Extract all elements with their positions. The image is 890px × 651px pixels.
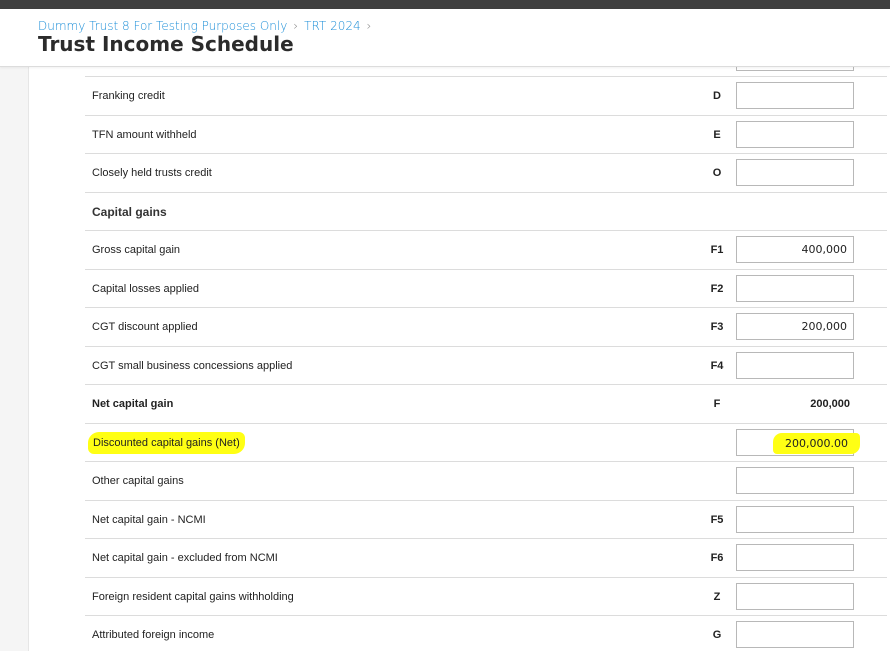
label-code: F5 [710,513,724,526]
capital-losses-applied-input[interactable] [736,274,854,302]
table-row-franking-credit: Franking credit D [85,77,887,116]
tfn-amount-withheld-input[interactable] [736,120,854,148]
closely-held-trusts-credit-input[interactable] [736,159,854,186]
foreign-resident-withholding-input[interactable] [736,582,854,610]
breadcrumb-link-trust[interactable]: Dummy Trust 8 For Testing Purposes Only [38,19,287,33]
highlighted-row-label: Discounted capital gains (Net) [88,431,245,454]
label-code: Z [713,590,721,603]
cgt-discount-applied-input[interactable]: 200,000 [736,313,854,340]
table-row [85,66,887,77]
cgt-small-business-concessions-input[interactable] [736,351,854,379]
net-capital-gain-ncmi-input[interactable] [736,505,854,533]
row-label: CGT discount applied [92,321,198,333]
net-capital-gain-excluded-ncmi-input[interactable] [736,544,854,571]
label-code: F3 [710,321,724,333]
franking-credit-input[interactable] [736,82,854,109]
section-heading-capital-gains: Capital gains [85,193,887,231]
label-code: O [712,167,722,179]
table-row-gross-capital-gain: Gross capital gain F1 400,000 [85,231,887,270]
label-code: F6 [710,552,724,564]
net-capital-gain-value: 200,000 [810,398,850,410]
label-code: F1 [710,244,724,256]
table-row-discounted-capital-gains: Discounted capital gains (Net) 200,000.0… [85,424,887,462]
label-code: F2 [710,282,724,295]
table-row-net-capital-gain: Net capital gain F 200,000 [85,385,887,424]
section-title: Capital gains [92,204,167,219]
table-row-capital-losses-applied: Capital losses applied F2 [85,270,887,308]
row-label: Closely held trusts credit [92,167,212,179]
label-code: G [712,629,722,641]
highlighted-amount-value: 200,000.00 [773,432,860,454]
table-row-tfn-withheld: TFN amount withheld E [85,116,887,154]
row-label: Attributed foreign income [92,629,215,641]
row-label: TFN amount withheld [92,128,197,141]
page-title: Trust Income Schedule [38,32,294,56]
row-label: Net capital gain - NCMI [92,513,206,526]
table-row-foreign-resident-withholding: Foreign resident capital gains withholdi… [85,578,887,616]
table-row-cgt-small-business: CGT small business concessions applied F… [85,347,887,385]
table-row-net-capital-gain-excluded-ncmi: Net capital gain - excluded from NCMI F6 [85,539,887,578]
page-header: Dummy Trust 8 For Testing Purposes Only ›… [0,9,890,67]
other-capital-gains-input[interactable] [736,467,854,494]
breadcrumb-separator: › [366,19,372,33]
left-gutter [0,66,29,651]
table-row-attributed-foreign-income: Attributed foreign income G [85,616,887,651]
row-label: Other capital gains [92,475,184,487]
attributed-foreign-income-input[interactable] [736,621,854,648]
table-row-closely-held-credit: Closely held trusts credit O [85,154,887,193]
app-top-bar [0,0,890,9]
label-code: D [713,90,721,102]
row-label: Capital losses applied [92,282,200,295]
label-code: F [713,398,721,410]
label-code: F4 [710,359,724,372]
gross-capital-gain-input[interactable]: 400,000 [736,236,854,263]
row-label: Foreign resident capital gains withholdi… [92,590,294,603]
row-label: Net capital gain [92,398,174,410]
breadcrumb-separator: › [293,19,299,33]
schedule-content: Franking credit D TFN amount withheld E … [29,66,890,651]
row-label: CGT small business concessions applied [92,359,293,372]
schedule-table: Franking credit D TFN amount withheld E … [85,66,887,651]
row-label: Net capital gain - excluded from NCMI [92,552,278,564]
row-label: Franking credit [92,90,165,102]
table-row-other-capital-gains: Other capital gains [85,462,887,501]
label-code: E [713,128,721,141]
breadcrumb-link-return[interactable]: TRT 2024 [304,19,360,33]
table-row-net-capital-gain-ncmi: Net capital gain - NCMI F5 [85,501,887,539]
table-row-cgt-discount-applied: CGT discount applied F3 200,000 [85,308,887,347]
breadcrumb: Dummy Trust 8 For Testing Purposes Only ›… [38,19,377,33]
row-label: Gross capital gain [92,244,181,256]
